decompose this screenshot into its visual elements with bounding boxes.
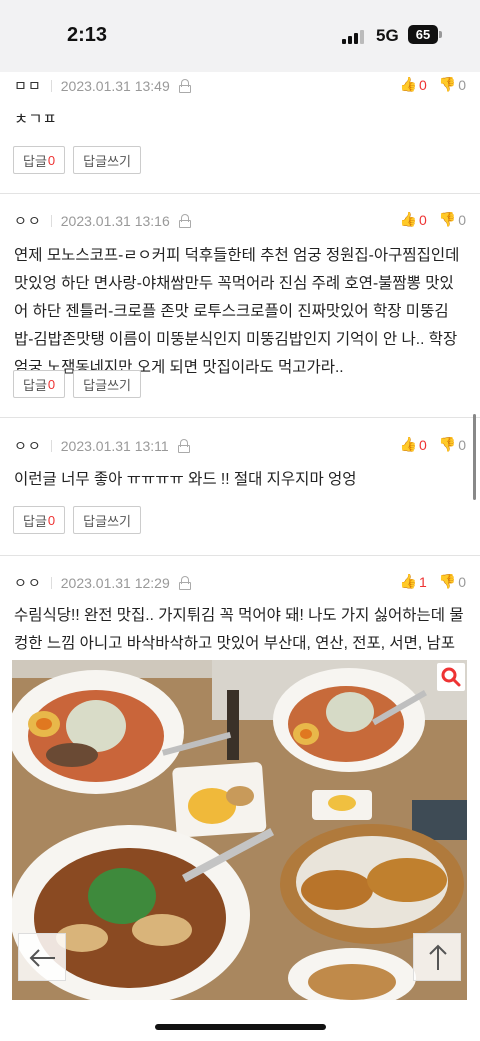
vote-box: 👍 0 👎 0 [400, 211, 466, 228]
thumbs-up-icon: 👍 [399, 436, 417, 452]
downvote-count: 0 [458, 573, 466, 590]
downvote-button[interactable]: 👎 0 [439, 573, 466, 590]
reply-label: 답글 [23, 153, 47, 169]
comment-item: ㅇㅇ 2023.01.31 13:11 👍 0 👎 0 이런글 너무 좋아 ㅠㅠㅠㅠ… [0, 418, 480, 556]
comment-actions: 답글 0 답글쓰기 [13, 506, 149, 534]
zoom-button[interactable] [437, 663, 465, 691]
back-button[interactable] [18, 933, 66, 981]
thumbs-up-icon: 👍 [399, 573, 417, 589]
write-reply-button[interactable]: 답글쓰기 [73, 370, 141, 398]
reply-count-button[interactable]: 답글 0 [13, 506, 66, 534]
reply-count: 0 [47, 512, 56, 528]
reply-label: 답글 [23, 513, 47, 529]
upvote-button[interactable]: 👍 0 [400, 211, 427, 228]
divider [50, 440, 52, 452]
thumbs-up-icon: 👍 [399, 76, 417, 92]
comment-list: ㅁㅁ 2023.01.31 13:49 👍 0 👎 0 ㅊㄱㅍ 답글 0 답글쓰기 ㅇ… [0, 72, 480, 1000]
comment-date: 2023.01.31 13:49 [60, 78, 170, 94]
downvote-button[interactable]: 👎 0 [439, 436, 466, 453]
upvote-count: 0 [418, 211, 427, 228]
divider [50, 577, 52, 589]
vote-box: 👍 0 👎 0 [400, 436, 466, 453]
home-indicator[interactable] [155, 1024, 326, 1030]
comment-date: 2023.01.31 12:29 [60, 575, 170, 591]
status-bar: 2:13 5G 65 [0, 0, 480, 72]
home-area [0, 1000, 480, 1041]
lock-icon [177, 439, 190, 453]
food-photo-illustration [12, 660, 467, 1000]
downvote-button[interactable]: 👎 0 [439, 76, 466, 93]
write-reply-button[interactable]: 답글쓰기 [73, 146, 141, 174]
comment-author: ㅁㅁ [14, 78, 42, 94]
comment-text: 이런글 너무 좋아 ㅠㅠㅠㅠ 와드 !! 절대 지우지마 엉엉 [14, 471, 357, 488]
comment-date: 2023.01.31 13:11 [60, 438, 169, 454]
comment-photo[interactable] [12, 660, 467, 1000]
downvote-count: 0 [458, 76, 466, 93]
upvote-button[interactable]: 👍 0 [400, 436, 427, 453]
comment-text: 연제 모노스코프-ㄹㅇ커피 덕후들한테 추천 엄궁 정원집-아구찜집인데 맛있엉… [14, 247, 460, 376]
signal-icon [342, 30, 368, 44]
reply-count-button[interactable]: 답글 0 [13, 146, 66, 174]
scroll-top-button[interactable] [413, 933, 461, 981]
thumbs-down-icon: 👎 [438, 76, 457, 92]
battery-icon: 65 [408, 25, 438, 44]
comment-meta: ㅁㅁ 2023.01.31 13:49 [14, 76, 191, 96]
upvote-count: 0 [418, 436, 427, 453]
thumbs-down-icon: 👎 [438, 573, 457, 589]
scrollbar[interactable] [473, 414, 476, 500]
upvote-count: 0 [418, 76, 427, 93]
arrow-up-icon [429, 944, 447, 970]
comment-author: ㅇㅇ [14, 438, 42, 454]
battery-nub [439, 31, 442, 38]
write-reply-button[interactable]: 답글쓰기 [73, 506, 141, 534]
reply-label: 답글 [23, 377, 47, 393]
comment-meta: ㅇㅇ 2023.01.31 13:16 [14, 211, 191, 231]
reply-count: 0 [47, 152, 56, 168]
divider [50, 215, 52, 227]
status-time: 2:13 [67, 24, 108, 46]
lock-icon [178, 576, 191, 590]
comment-author: ㅇㅇ [14, 575, 42, 591]
upvote-button[interactable]: 👍 0 [400, 76, 427, 93]
lock-icon [178, 214, 191, 228]
thumbs-down-icon: 👎 [438, 211, 457, 227]
comment-date: 2023.01.31 13:16 [60, 213, 170, 229]
upvote-button[interactable]: 👍 1 [400, 573, 427, 590]
comment-meta: ㅇㅇ 2023.01.31 12:29 [14, 573, 191, 593]
network-type: 5G [376, 26, 399, 45]
arrow-left-icon [29, 949, 55, 967]
comment-item: ㅇㅇ 2023.01.31 13:16 👍 0 👎 0 연제 모노스코프-ㄹㅇ커피 … [0, 194, 480, 418]
reply-count: 0 [47, 376, 56, 392]
reply-count-button[interactable]: 답글 0 [13, 370, 66, 398]
search-icon [441, 667, 461, 687]
comment-actions: 답글 0 답글쓰기 [13, 370, 149, 398]
divider [50, 80, 52, 92]
vote-box: 👍 1 👎 0 [400, 573, 466, 590]
vote-box: 👍 0 👎 0 [400, 76, 466, 93]
upvote-count: 1 [418, 573, 427, 590]
downvote-button[interactable]: 👎 0 [439, 211, 466, 228]
downvote-count: 0 [458, 436, 466, 453]
comment-item: ㅁㅁ 2023.01.31 13:49 👍 0 👎 0 ㅊㄱㅍ 답글 0 답글쓰기 [0, 72, 480, 194]
thumbs-down-icon: 👎 [438, 436, 457, 452]
comment-meta: ㅇㅇ 2023.01.31 13:11 [14, 436, 190, 456]
comment-text: ㅊㄱㅍ [14, 111, 57, 128]
lock-icon [178, 79, 191, 93]
thumbs-up-icon: 👍 [399, 211, 417, 227]
comment-actions: 답글 0 답글쓰기 [13, 146, 149, 174]
downvote-count: 0 [458, 211, 466, 228]
comment-author: ㅇㅇ [14, 213, 42, 229]
